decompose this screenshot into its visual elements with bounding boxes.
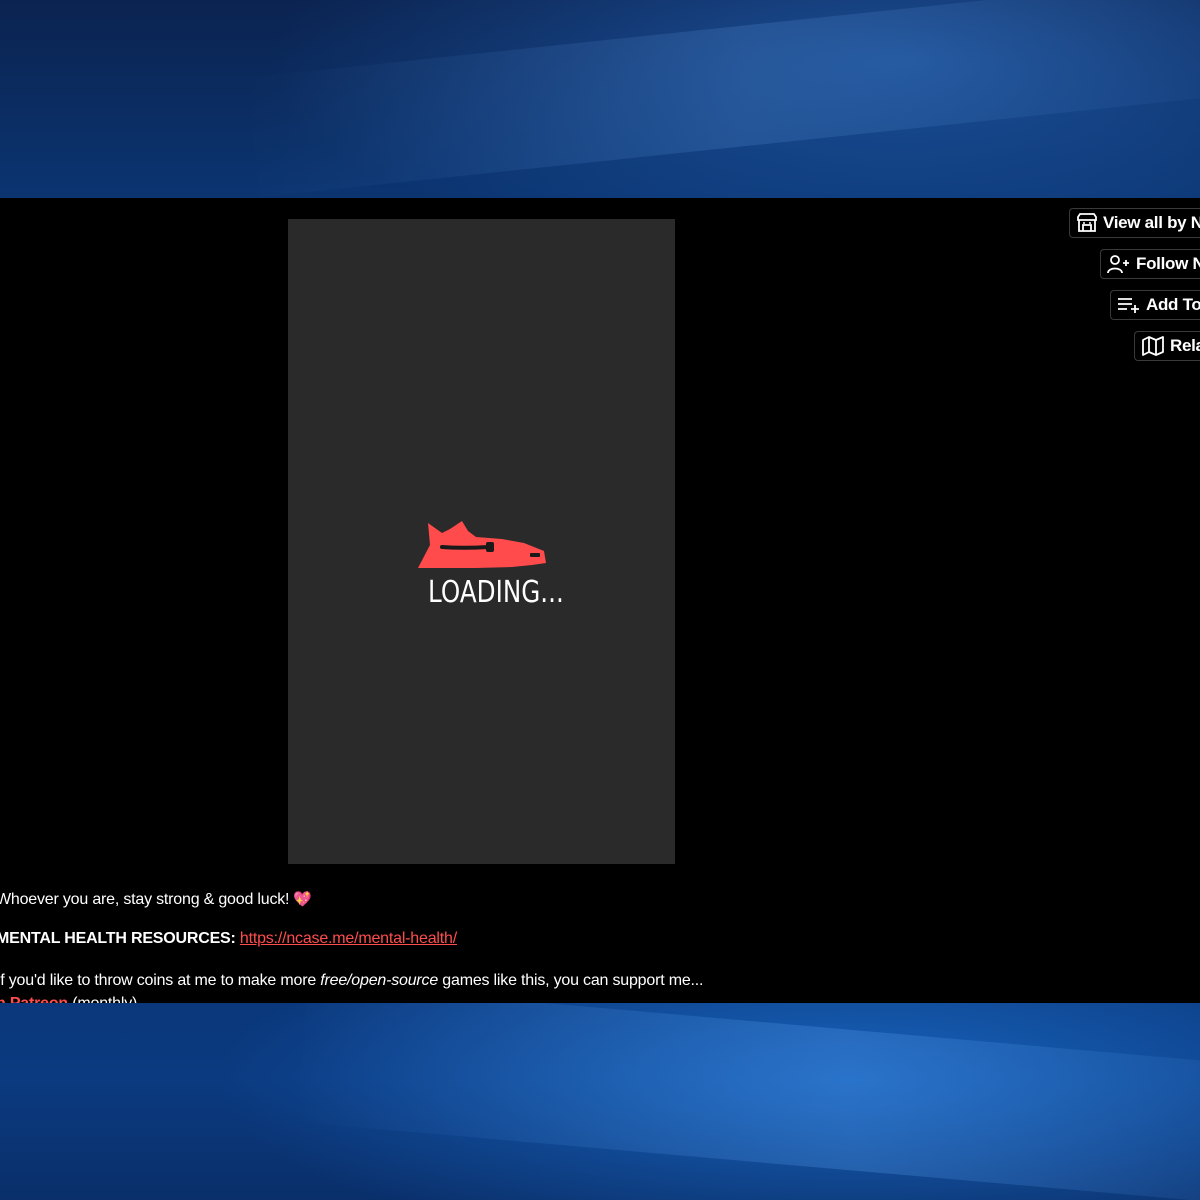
follow-label: Follow N	[1136, 254, 1200, 273]
wallpaper-light-beam	[295, 982, 1200, 1200]
wolf-loader-icon	[418, 521, 546, 568]
map-icon	[1142, 336, 1164, 356]
text-fragment: you'd like to throw coins at me to make …	[8, 972, 321, 989]
view-all-label: View all by N	[1103, 213, 1200, 232]
text-fragment: W	[0, 891, 11, 908]
text-fragment: hoever you are, stay strong & good luck!	[10, 891, 290, 908]
user-plus-icon	[1107, 255, 1129, 274]
italic-fragment: free/open-source	[320, 972, 439, 989]
follow-author-button[interactable]: Follow N	[1100, 249, 1200, 279]
mental-health-link[interactable]: https://ncase.me/mental-health/	[240, 930, 457, 947]
text-fragment: games like this, you can support me...	[438, 972, 704, 989]
text-fragment: M	[0, 930, 10, 947]
storefront-icon	[1077, 213, 1097, 232]
text-fragment: If	[0, 972, 5, 989]
text-fragment: (monthly)	[68, 995, 137, 1003]
playlist-add-icon	[1118, 298, 1139, 313]
loading-text: LOADING...	[428, 575, 564, 610]
patreon-link[interactable]: n Patreon	[0, 995, 68, 1003]
text-fragment: ENTAL HEALTH RESOURCES:	[9, 930, 236, 947]
wallpaper-light-beam	[246, 0, 1200, 198]
add-to-collection-button[interactable]: Add To	[1110, 290, 1200, 320]
related-label: Rela	[1170, 336, 1200, 355]
related-games-button[interactable]: Rela	[1134, 331, 1200, 361]
mental-health-resources: MENTAL HEALTH RESOURCES: https://ncase.m…	[0, 930, 457, 948]
patreon-line: n Patreon (monthly)	[0, 995, 137, 1003]
sparkling-heart-icon: 💖	[293, 891, 312, 908]
encouragement-text: Whoever you are, stay strong & good luck…	[0, 890, 312, 909]
browser-viewport: LOADING... View all by N Follow N Add To	[0, 198, 1200, 1003]
loading-indicator: LOADING...	[416, 517, 564, 617]
view-all-by-author-button[interactable]: View all by N	[1069, 208, 1200, 238]
resources-label: MENTAL HEALTH RESOURCES:	[0, 930, 236, 947]
game-embed-frame[interactable]: LOADING...	[288, 219, 675, 864]
support-text: If you'd like to throw coins at me to ma…	[0, 972, 703, 990]
add-to-label: Add To	[1146, 295, 1200, 314]
